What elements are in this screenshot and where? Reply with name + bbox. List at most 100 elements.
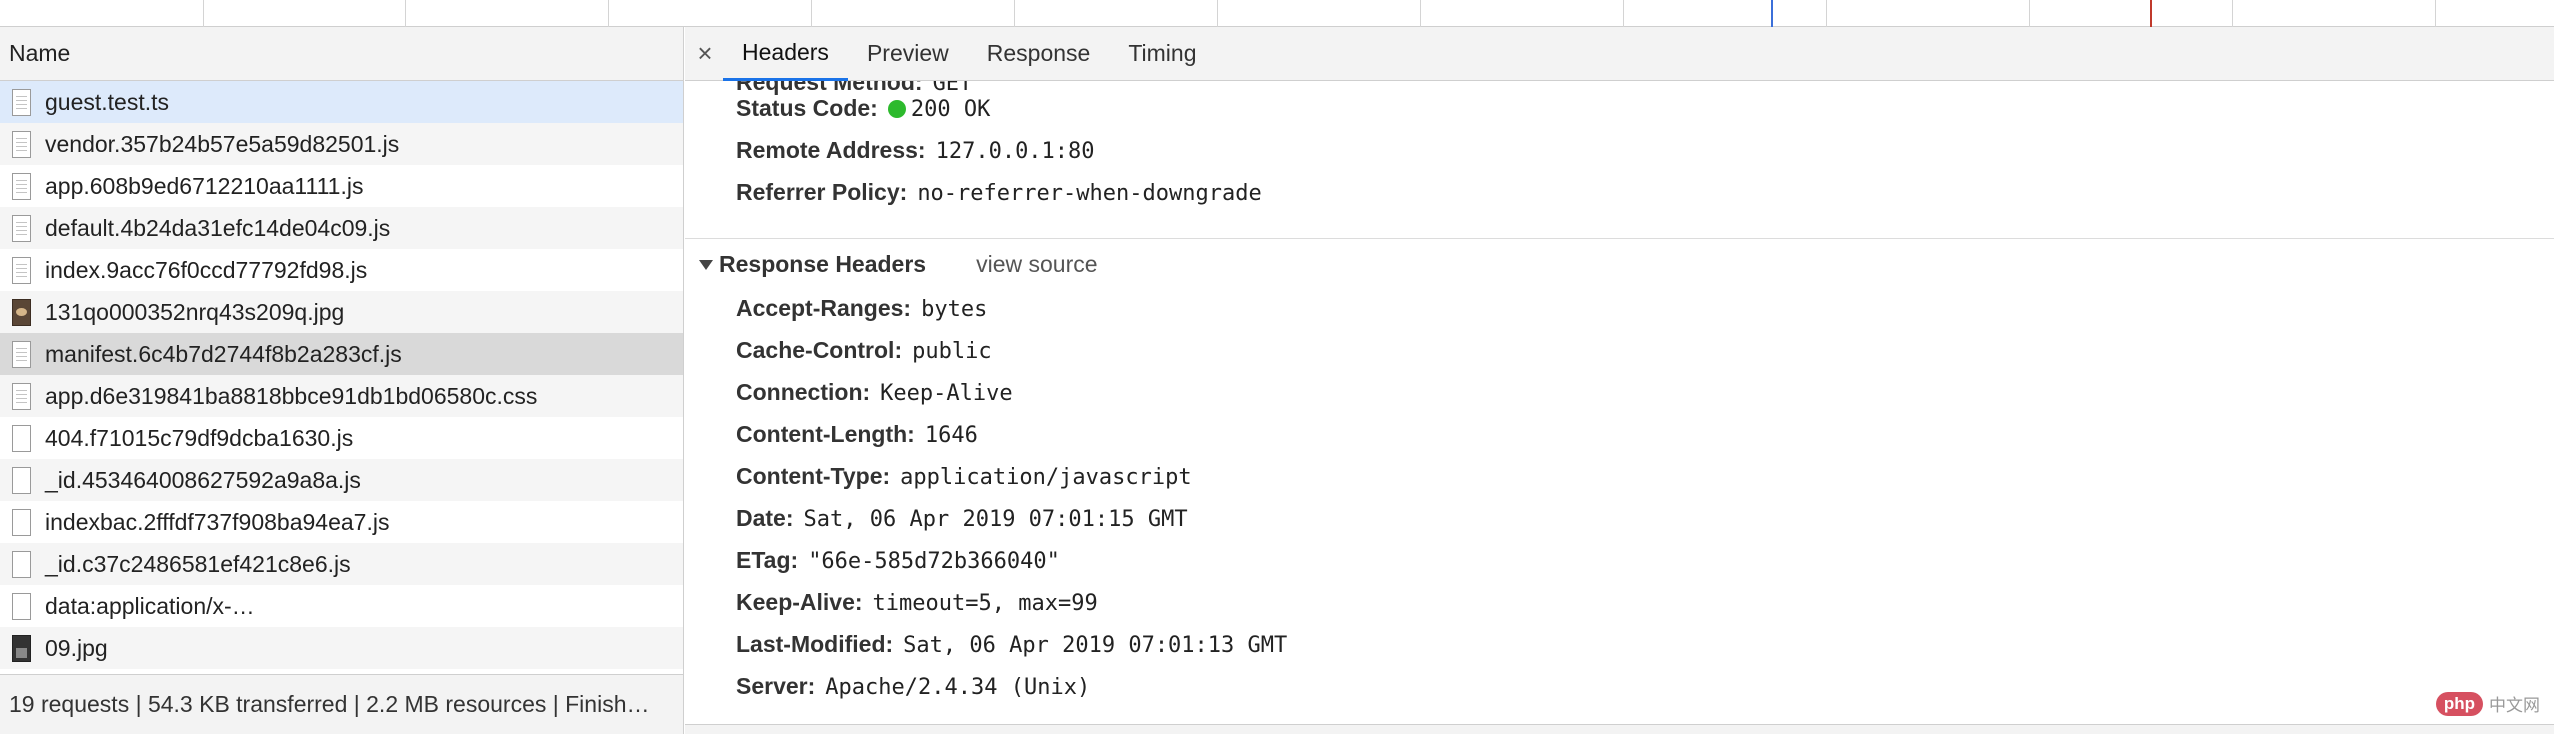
header-key: Cache-Control: [736, 337, 903, 363]
timeline-grid-line [1623, 0, 1624, 27]
doc-icon [12, 256, 31, 284]
view-source-link[interactable]: view source [976, 251, 1097, 278]
bottom-divider [685, 724, 2554, 734]
request-row[interactable]: data:application/x-… [0, 585, 683, 627]
blank-doc-icon [12, 424, 31, 452]
timeline-grid-line [2435, 0, 2436, 27]
doc-icon [12, 214, 31, 242]
header-value: timeout=5, max=99 [872, 591, 1098, 616]
summary-text: 19 requests | 54.3 KB transferred | 2.2 … [9, 691, 650, 717]
request-row[interactable]: 404.f71015c79df9dcba1630.js [0, 417, 683, 459]
request-row[interactable]: _id.453464008627592a9a8a.js [0, 459, 683, 501]
image-thumb-icon [12, 298, 31, 326]
request-list[interactable]: guest.test.ts vendor.357b24b57e5a59d8250… [0, 81, 683, 674]
request-name: vendor.357b24b57e5a59d82501.js [45, 130, 400, 157]
timeline-grid-line [1420, 0, 1421, 27]
timeline-grid-line [1826, 0, 1827, 27]
status-code-label: Status Code: [736, 95, 878, 121]
response-header-row: Date: Sat, 06 Apr 2019 07:01:15 GMT [736, 505, 1188, 532]
response-headers-section-header[interactable]: Response Headers view source [699, 251, 1098, 278]
request-row[interactable]: manifest.6c4b7d2744f8b2a283cf.js [0, 333, 683, 375]
referrer-policy-label: Referrer Policy: [736, 179, 908, 205]
status-code-row: Status Code: 200 OK [736, 95, 990, 122]
timeline-grid-line [811, 0, 812, 27]
response-header-row: Connection: Keep-Alive [736, 379, 1013, 406]
request-name: _id.c37c2486581ef421c8e6.js [45, 550, 351, 577]
response-header-row: ETag: "66e-585d72b366040" [736, 547, 1060, 574]
timeline-grid-line [203, 0, 204, 27]
name-column-header[interactable]: Name [0, 27, 683, 81]
response-header-row: Server: Apache/2.4.34 (Unix) [736, 673, 1090, 700]
timeline-grid-line [1014, 0, 1015, 27]
details-tabbar: × Headers Preview Response Timing [685, 27, 2554, 81]
blank-doc-icon [12, 550, 31, 578]
request-list-panel: Name guest.test.ts vendor.357b24b57e5a59… [0, 27, 684, 734]
header-key: Accept-Ranges: [736, 295, 912, 321]
expand-triangle-icon[interactable] [699, 259, 713, 270]
referrer-policy-value: no-referrer-when-downgrade [917, 181, 1262, 206]
tab-headers[interactable]: Headers [723, 27, 848, 81]
request-row[interactable]: guest.test.ts [0, 81, 683, 123]
request-row[interactable]: 131qo000352nrq43s209q.jpg [0, 291, 683, 333]
response-header-row: Cache-Control: public [736, 337, 992, 364]
request-details-panel: × Headers Preview Response Timing Reques… [685, 27, 2554, 734]
header-key: Keep-Alive: [736, 589, 863, 615]
headers-content[interactable]: Request Method: GET Status Code: 200 OK Re… [685, 81, 2554, 734]
request-row[interactable]: 09.jpg [0, 627, 683, 669]
request-name: guest.test.ts [45, 88, 170, 115]
status-ok-icon [887, 100, 906, 118]
request-row[interactable]: vendor.357b24b57e5a59d82501.js [0, 123, 683, 165]
request-row[interactable]: _id.c37c2486581ef421c8e6.js [0, 543, 683, 585]
timeline-grid-line [608, 0, 609, 27]
php-watermark: php 中文网 [2435, 691, 2540, 716]
timeline-grid-line [405, 0, 406, 27]
name-column-label: Name [9, 40, 71, 66]
header-key: Content-Length: [736, 421, 915, 447]
header-value: Apache/2.4.34 (Unix) [825, 675, 1091, 700]
request-row[interactable]: app.608b9ed6712210aa1111.js [0, 165, 683, 207]
domcontentloaded-marker [1771, 0, 1773, 27]
tab-response[interactable]: Response [968, 27, 1110, 81]
timeline-grid-line [1217, 0, 1218, 27]
header-value: "66e-585d72b366040" [808, 549, 1060, 574]
section-divider [685, 238, 2554, 239]
watermark-logo: php [2435, 691, 2483, 716]
request-row[interactable]: indexbac.2fffdf737f908ba94ea7.js [0, 501, 683, 543]
load-marker [2150, 0, 2152, 27]
remote-address-value: 127.0.0.1:80 [935, 139, 1095, 164]
request-row[interactable]: default.4b24da31efc14de04c09.js [0, 207, 683, 249]
request-method-label: Request Method: [736, 81, 923, 95]
response-headers-title: Response Headers [719, 251, 927, 277]
request-row[interactable]: app.d6e319841ba8818bbce91db1bd06580c.css [0, 375, 683, 417]
response-header-row: Last-Modified: Sat, 06 Apr 2019 07:01:13 … [736, 631, 1287, 658]
header-key: Date: [736, 505, 794, 531]
close-icon[interactable]: × [687, 38, 723, 69]
request-name: 09.jpg [45, 634, 108, 661]
watermark-text: 中文网 [2489, 696, 2540, 716]
header-value: Sat, 06 Apr 2019 07:01:15 GMT [803, 507, 1188, 532]
response-header-row: Content-Length: 1646 [736, 421, 978, 448]
request-name: manifest.6c4b7d2744f8b2a283cf.js [45, 340, 402, 367]
doc-icon [12, 172, 31, 200]
doc-icon [12, 88, 31, 116]
response-header-row: Keep-Alive: timeout=5, max=99 [736, 589, 1098, 616]
doc-icon [12, 130, 31, 158]
remote-address-row: Remote Address: 127.0.0.1:80 [736, 137, 1095, 164]
header-key: ETag: [736, 547, 799, 573]
timeline-grid-line [2232, 0, 2233, 27]
tab-preview[interactable]: Preview [848, 27, 968, 81]
response-header-row: Content-Type: application/javascript [736, 463, 1192, 490]
blank-doc-icon [12, 508, 31, 536]
request-row[interactable]: index.9acc76f0ccd77792fd98.js [0, 249, 683, 291]
referrer-policy-row: Referrer Policy: no-referrer-when-downgra… [736, 179, 1262, 206]
tab-timing[interactable]: Timing [1109, 27, 1215, 81]
header-value: Keep-Alive [880, 381, 1013, 406]
timeline-grid-line [2029, 0, 2030, 27]
summary-status-bar: 19 requests | 54.3 KB transferred | 2.2 … [0, 674, 683, 734]
response-header-row: Accept-Ranges: bytes [736, 295, 987, 322]
request-name: 404.f71015c79df9dcba1630.js [45, 424, 354, 451]
image-thumb-icon [12, 634, 31, 662]
timeline-overview[interactable] [0, 0, 2554, 27]
doc-icon [12, 340, 31, 368]
header-value: application/javascript [900, 465, 1192, 490]
